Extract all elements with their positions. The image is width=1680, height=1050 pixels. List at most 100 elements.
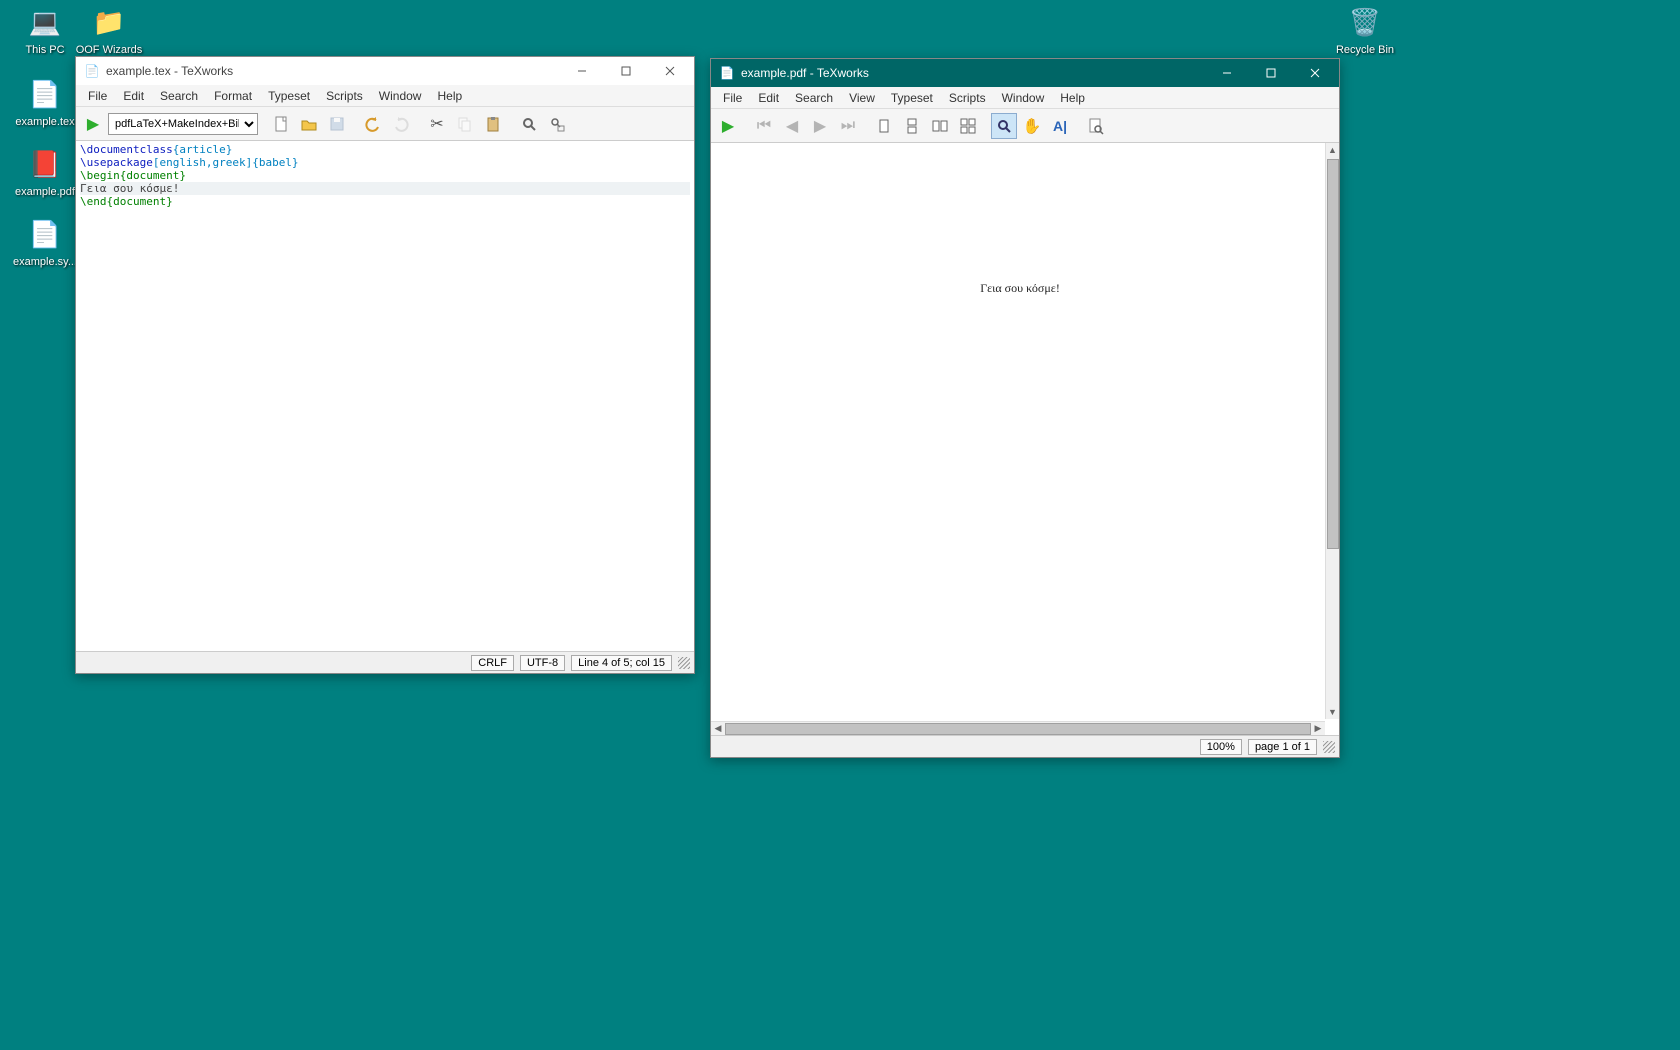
line-ending-indicator[interactable]: CRLF <box>471 655 514 671</box>
menu-file[interactable]: File <box>715 89 750 107</box>
encoding-indicator[interactable]: UTF-8 <box>520 655 565 671</box>
pdf-statusbar: 100% page 1 of 1 <box>711 735 1339 757</box>
undo-icon <box>364 115 382 133</box>
scroll-thumb[interactable] <box>725 723 1311 735</box>
horizontal-scrollbar[interactable]: ◀ ▶ <box>711 721 1325 735</box>
find-in-pdf-button[interactable] <box>1083 113 1109 139</box>
source-line: \documentclass{article} <box>80 143 232 156</box>
editor-title: example.tex - TeXworks <box>106 64 560 78</box>
scroll-right-icon[interactable]: ▶ <box>1311 723 1325 734</box>
scroll-down-icon[interactable]: ▼ <box>1326 705 1339 719</box>
menu-format[interactable]: Format <box>206 87 260 105</box>
text-select-icon: A| <box>1053 118 1067 134</box>
text-select-tool-button[interactable]: A| <box>1047 113 1073 139</box>
two-page-icon <box>931 117 949 135</box>
menu-typeset[interactable]: Typeset <box>883 89 941 107</box>
pdf-page: Γεια σου κόσμε! <box>717 147 1323 719</box>
magnify-tool-button[interactable] <box>991 113 1017 139</box>
page-indicator: page 1 of 1 <box>1248 739 1317 755</box>
view-single-page-button[interactable] <box>871 113 897 139</box>
pdf-titlebar[interactable]: 📄 example.pdf - TeXworks <box>711 59 1339 87</box>
menu-help[interactable]: Help <box>429 87 470 105</box>
menu-window[interactable]: Window <box>994 89 1053 107</box>
close-button[interactable] <box>648 57 692 85</box>
new-file-button[interactable] <box>268 111 294 137</box>
find-button[interactable] <box>516 111 542 137</box>
editor-window: 📄 example.tex - TeXworks FileEditSearchF… <box>75 56 695 674</box>
hand-tool-button[interactable]: ✋ <box>1019 113 1045 139</box>
last-page-button[interactable]: ⏭ <box>835 113 861 139</box>
desktop-icon-recycle-bin[interactable]: 🗑️ Recycle Bin <box>1330 4 1400 56</box>
view-single-continuous-button[interactable] <box>899 113 925 139</box>
editor-titlebar[interactable]: 📄 example.tex - TeXworks <box>76 57 694 85</box>
cursor-position-indicator: Line 4 of 5; col 15 <box>571 655 672 671</box>
desktop-icon-label: Recycle Bin <box>1330 44 1400 56</box>
play-icon: ▶ <box>87 114 99 134</box>
hand-icon: ✋ <box>1023 117 1042 135</box>
menu-search[interactable]: Search <box>787 89 841 107</box>
menu-file[interactable]: File <box>80 87 115 105</box>
source-line: Γεια σου κόσμε! <box>80 182 690 195</box>
desktop-icon-example-pdf[interactable]: 📕example.pdf <box>10 146 80 198</box>
scroll-thumb[interactable] <box>1327 159 1339 549</box>
pdf-viewport[interactable]: Γεια σου κόσμε! ▲ ▼ ◀ ▶ <box>711 143 1339 735</box>
resize-grip[interactable] <box>1323 741 1335 753</box>
menu-typeset[interactable]: Typeset <box>260 87 318 105</box>
play-icon: ▶ <box>722 116 734 136</box>
view-two-page-button[interactable] <box>927 113 953 139</box>
redo-icon <box>392 115 410 133</box>
next-page-button[interactable]: ▶ <box>807 113 833 139</box>
menu-window[interactable]: Window <box>371 87 430 105</box>
vertical-scrollbar[interactable]: ▲ ▼ <box>1325 143 1339 719</box>
desktop-icon-example-tex[interactable]: 📄example.tex <box>10 76 80 128</box>
typeset-run-button[interactable]: ▶ <box>715 113 741 139</box>
this-pc-icon: 💻 <box>27 4 63 40</box>
menu-view[interactable]: View <box>841 89 883 107</box>
single-page-icon <box>875 117 893 135</box>
first-page-button[interactable]: ⏮ <box>751 113 777 139</box>
source-line: \usepackage[english,greek]{babel} <box>80 156 299 169</box>
redo-button[interactable] <box>388 111 414 137</box>
zoom-indicator[interactable]: 100% <box>1200 739 1242 755</box>
search-icon <box>520 115 538 133</box>
undo-button[interactable] <box>360 111 386 137</box>
replace-button[interactable] <box>544 111 570 137</box>
paste-button[interactable] <box>480 111 506 137</box>
scroll-left-icon[interactable]: ◀ <box>711 723 725 734</box>
menu-scripts[interactable]: Scripts <box>941 89 994 107</box>
menu-search[interactable]: Search <box>152 87 206 105</box>
cut-button[interactable]: ✂ <box>424 111 450 137</box>
menu-scripts[interactable]: Scripts <box>318 87 371 105</box>
editor-text-area[interactable]: \documentclass{article} \usepackage[engl… <box>76 141 694 651</box>
view-two-continuous-button[interactable] <box>955 113 981 139</box>
menu-edit[interactable]: Edit <box>750 89 787 107</box>
resize-grip[interactable] <box>678 657 690 669</box>
close-button[interactable] <box>1293 59 1337 87</box>
prev-page-button[interactable]: ◀ <box>779 113 805 139</box>
copy-icon <box>456 115 474 133</box>
typeset-engine-select[interactable]: pdfLaTeX+MakeIndex+BibTeX <box>108 113 258 135</box>
minimize-button[interactable] <box>1205 59 1249 87</box>
copy-button[interactable] <box>452 111 478 137</box>
open-file-button[interactable] <box>296 111 322 137</box>
scroll-up-icon[interactable]: ▲ <box>1326 143 1339 157</box>
open-folder-icon <box>300 115 318 133</box>
menu-edit[interactable]: Edit <box>115 87 152 105</box>
pdf-window: 📄 example.pdf - TeXworks FileEditSearchV… <box>710 58 1340 758</box>
desktop-icon-example-sy[interactable]: 📄example.sy... <box>10 216 80 268</box>
editor-menubar: FileEditSearchFormatTypesetScriptsWindow… <box>76 85 694 107</box>
menu-help[interactable]: Help <box>1052 89 1093 107</box>
recycle-bin-icon: 🗑️ <box>1347 4 1383 40</box>
prev-page-icon: ◀ <box>786 116 798 136</box>
maximize-button[interactable] <box>1249 59 1293 87</box>
maximize-button[interactable] <box>604 57 648 85</box>
example-tex-icon: 📄 <box>27 76 63 112</box>
minimize-button[interactable] <box>560 57 604 85</box>
single-continuous-icon <box>903 117 921 135</box>
texworks-doc-icon: 📄 <box>84 63 100 79</box>
desktop-icon-this-pc[interactable]: 💻This PC <box>10 4 80 56</box>
desktop-icon-oof-wizards[interactable]: 📁OOF Wizards <box>74 4 144 56</box>
save-file-button[interactable] <box>324 111 350 137</box>
search-in-page-icon <box>1087 117 1105 135</box>
typeset-run-button[interactable]: ▶ <box>80 111 106 137</box>
